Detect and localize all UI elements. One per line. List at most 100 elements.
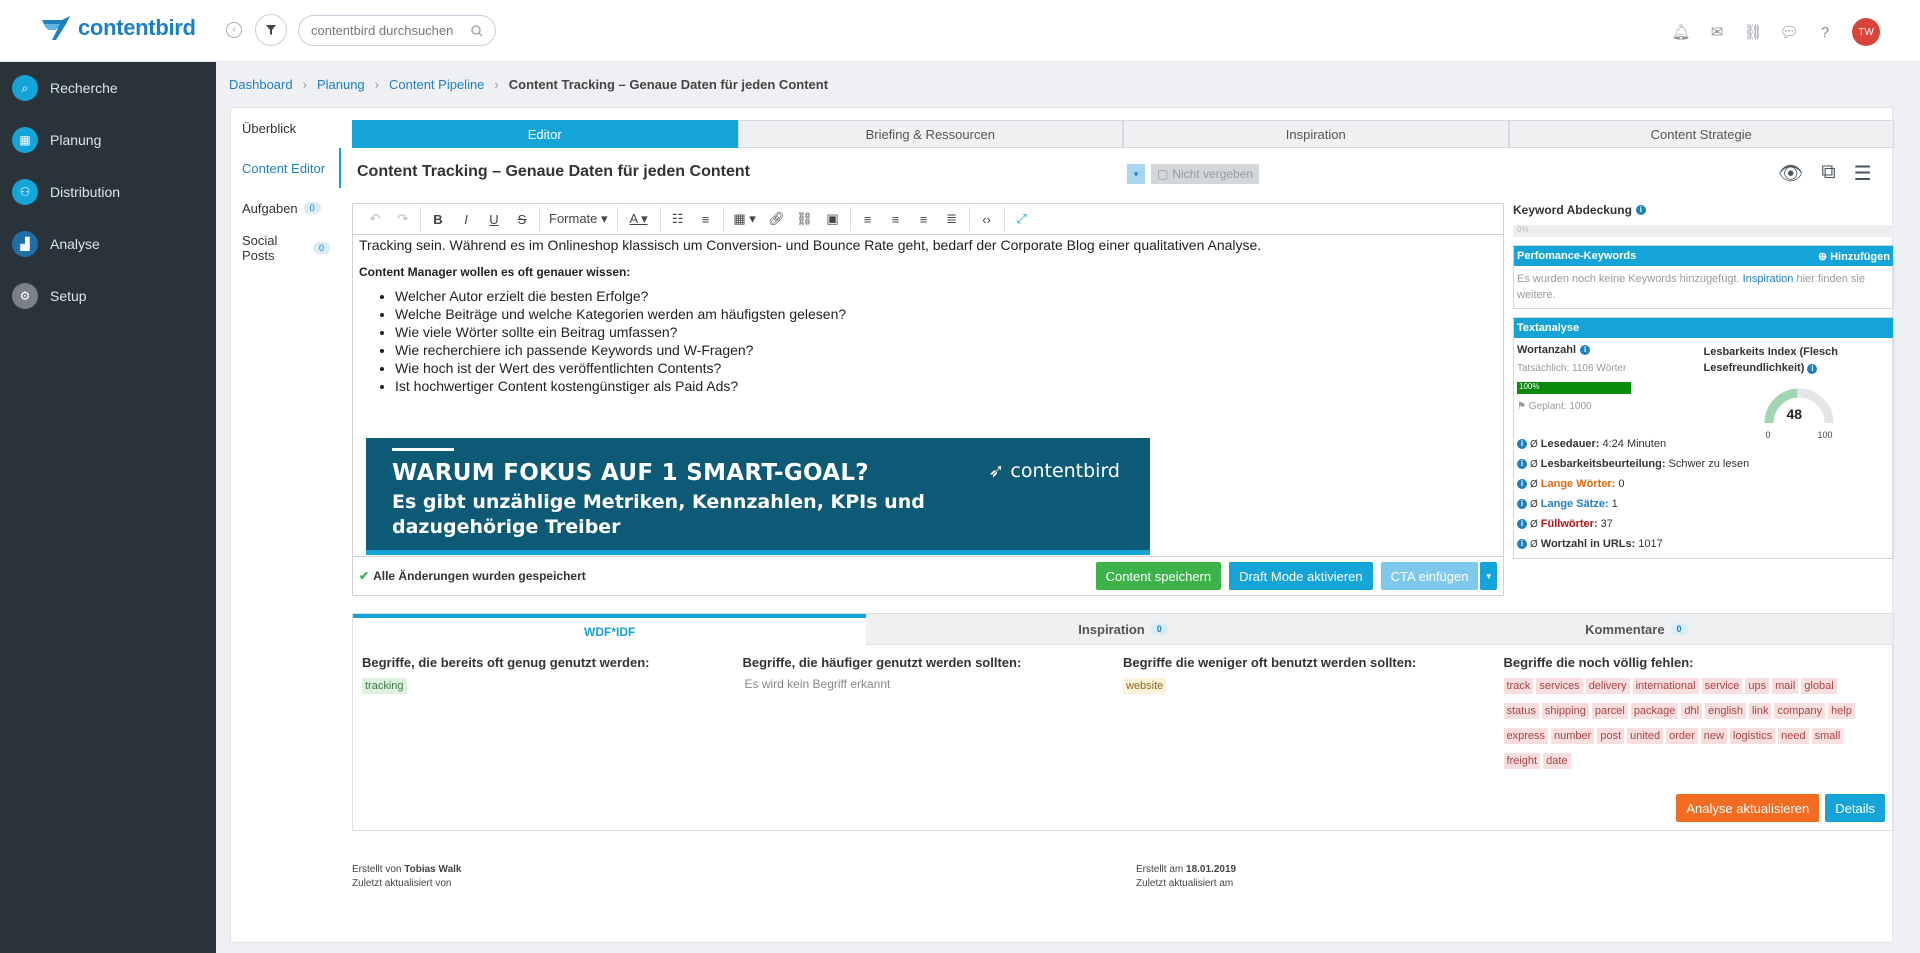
keyword-tag[interactable]: new [1700, 728, 1727, 744]
update-analysis-button[interactable]: Analyse aktualisieren [1676, 794, 1820, 822]
keyword-tag[interactable]: company [1774, 703, 1826, 719]
cta-insert-button[interactable]: CTA einfügen [1380, 562, 1479, 590]
nav-content-editor[interactable]: Content Editor [231, 148, 341, 188]
nav-aufgaben[interactable]: Aufgaben 0 [231, 188, 341, 228]
info-icon[interactable]: i [1807, 364, 1818, 374]
keyword-tag[interactable]: dhl [1681, 703, 1703, 719]
undo-icon[interactable]: ↶ [361, 211, 389, 227]
filter-button[interactable] [255, 14, 287, 46]
keyword-tag[interactable]: english [1705, 703, 1746, 719]
breadcrumb-pipeline[interactable]: Content Pipeline [389, 77, 484, 92]
keyword-tag[interactable]: small [1811, 728, 1844, 744]
breadcrumb-planung[interactable]: Planung [317, 77, 365, 92]
mail-icon[interactable]: ✉ [1708, 23, 1726, 41]
sidebar-item-planung[interactable]: ▦ Planung [0, 114, 216, 166]
keyword-tag[interactable]: number [1551, 728, 1595, 744]
add-keyword-button[interactable]: ⊕ Hinzufügen [1818, 250, 1890, 263]
align-justify-icon[interactable]: ≣ [938, 211, 966, 227]
redo-icon[interactable]: ↷ [389, 211, 417, 227]
keyword-tag[interactable]: express [1503, 728, 1549, 744]
unlink-icon[interactable]: ⛓︎ [791, 211, 819, 227]
keyword-tag[interactable]: global [1801, 678, 1837, 694]
avatar[interactable]: TW [1852, 18, 1880, 46]
keyword-tag[interactable]: tracking [362, 678, 407, 694]
info-icon[interactable]: i [1517, 479, 1527, 489]
tab-content-strategie[interactable]: Content Strategie [1508, 120, 1894, 148]
chat-icon[interactable]: 💬︎ [1779, 23, 1798, 41]
keyword-tag[interactable]: need [1778, 728, 1809, 744]
breadcrumb-dashboard[interactable]: Dashboard [229, 77, 293, 92]
info-icon[interactable]: i [1517, 519, 1527, 529]
keyword-tag[interactable]: track [1503, 678, 1534, 694]
logo[interactable]: contentbird [40, 14, 196, 42]
save-content-button[interactable]: Content speichern [1095, 562, 1222, 590]
info-icon[interactable]: i [1635, 205, 1646, 215]
image-icon[interactable]: ▣ [819, 211, 847, 227]
bold-icon[interactable]: B [424, 212, 452, 227]
chevron-down-icon[interactable]: ▾ [1127, 164, 1145, 184]
document-title[interactable]: Content Tracking – Genaue Daten für jede… [357, 163, 750, 181]
sidebar-item-recherche[interactable]: ⌕ Recherche [0, 62, 216, 114]
bell-icon[interactable]: 🔔︎ [1671, 23, 1690, 41]
keyword-tag[interactable]: ups [1745, 678, 1770, 694]
link-icon[interactable]: ⛓︎ [1743, 23, 1762, 41]
code-icon[interactable]: ‹› [973, 212, 1001, 227]
keyword-tag[interactable]: service [1701, 678, 1743, 694]
keyword-tag[interactable]: united [1627, 728, 1664, 744]
keyword-tag[interactable]: website [1123, 678, 1167, 694]
keyword-tag[interactable]: package [1630, 703, 1679, 719]
strikethrough-icon[interactable]: S [508, 212, 536, 227]
keyword-tag[interactable]: freight [1503, 753, 1541, 769]
editor-content[interactable]: Tracking sein. Während es im Onlineshop … [353, 235, 1503, 557]
keyword-tag[interactable]: logistics [1729, 728, 1776, 744]
info-icon[interactable]: i [1517, 459, 1527, 469]
keyword-tag[interactable]: mail [1772, 678, 1799, 694]
info-icon[interactable]: i [1580, 345, 1591, 355]
tab-kommentare[interactable]: Kommentare 0 [1379, 614, 1893, 645]
keyword-tag[interactable]: services [1536, 678, 1583, 694]
keyword-tag[interactable]: parcel [1591, 703, 1628, 719]
sidebar-item-analyse[interactable]: ▟ Analyse [0, 218, 216, 270]
align-center-icon[interactable]: ≡ [882, 212, 910, 227]
keyword-tag[interactable]: delivery [1585, 678, 1630, 694]
keyword-tag[interactable]: link [1748, 703, 1772, 719]
link-icon[interactable]: 🔗︎ [763, 211, 791, 227]
tab-inspiration[interactable]: Inspiration 0 [866, 614, 1380, 645]
nav-social-posts[interactable]: Social Posts 0 [231, 228, 341, 268]
numbered-list-icon[interactable]: ≡ [692, 212, 720, 227]
keyword-tag[interactable]: status [1503, 703, 1539, 719]
info-icon[interactable]: i [1517, 499, 1527, 509]
keyword-tag[interactable]: international [1632, 678, 1699, 694]
list-view-icon[interactable]: ☰ [1854, 161, 1872, 186]
copy-icon[interactable]: ⧉ [1821, 161, 1835, 186]
tab-briefing[interactable]: Briefing & Ressourcen [737, 120, 1123, 148]
italic-icon[interactable]: I [452, 212, 480, 227]
text-color-icon[interactable]: A ▾ [621, 211, 657, 227]
bullet-list-icon[interactable]: ☷ [664, 211, 692, 227]
keyword-tag[interactable]: help [1828, 703, 1855, 719]
details-button[interactable]: Details [1825, 794, 1885, 822]
nav-ueberblick[interactable]: Überblick [231, 108, 341, 148]
inspiration-link[interactable]: Inspiration [1743, 273, 1794, 285]
align-right-icon[interactable]: ≡ [910, 212, 938, 227]
search-input[interactable]: contentbird durchsuchen [298, 15, 496, 46]
table-icon[interactable]: ▦ ▾ [727, 211, 763, 227]
help-icon[interactable]: ? [1816, 23, 1834, 41]
info-icon[interactable]: i [1517, 539, 1527, 549]
keyword-tag[interactable]: order [1666, 728, 1698, 744]
draft-mode-button[interactable]: Draft Mode aktivieren [1229, 562, 1373, 590]
keyword-tag[interactable]: date [1543, 753, 1571, 769]
sidebar-item-distribution[interactable]: ⚇ Distribution [0, 166, 216, 218]
tab-wdf-idf[interactable]: WDF*IDF [353, 614, 867, 645]
tab-inspiration[interactable]: Inspiration [1123, 120, 1509, 148]
align-left-icon[interactable]: ≡ [854, 212, 882, 227]
keyword-tag[interactable]: shipping [1541, 703, 1589, 719]
chevron-down-icon[interactable]: ▾ [1480, 562, 1497, 590]
assignee-button[interactable]: ▢ Nicht vergeben [1151, 164, 1260, 184]
format-dropdown[interactable]: Formate ▾ [543, 211, 614, 227]
underline-icon[interactable]: U [480, 212, 508, 227]
sidebar-item-setup[interactable]: ⚙ Setup [0, 270, 216, 322]
fullscreen-icon[interactable]: ⤢ [1008, 211, 1036, 227]
tab-editor[interactable]: Editor [352, 120, 738, 148]
keyword-tag[interactable]: post [1597, 728, 1625, 744]
